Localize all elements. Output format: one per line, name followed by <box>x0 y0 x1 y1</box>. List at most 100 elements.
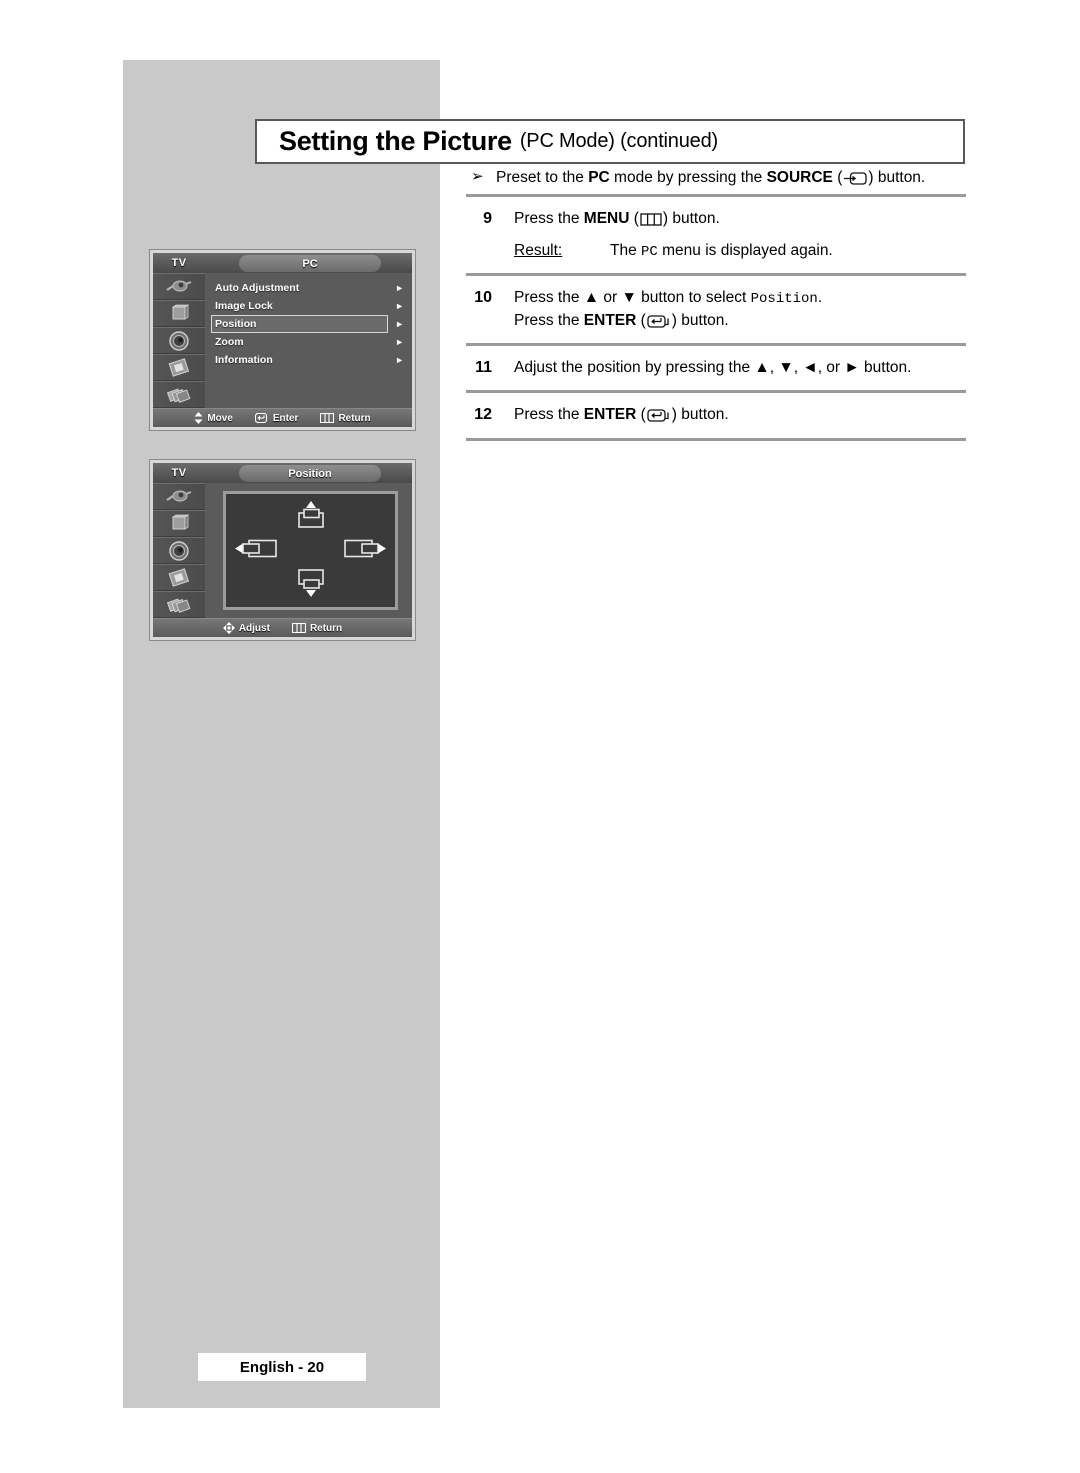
up-arrow-icon: ▲ <box>754 359 770 377</box>
shift-right-icon[interactable] <box>335 533 387 568</box>
page-title-sub: (PC Mode) (continued) <box>519 130 718 152</box>
osd-position-tv-label: TV <box>171 467 187 479</box>
left-arrow-icon: ◄ <box>802 359 818 377</box>
chevron-right-icon: ► <box>395 319 404 329</box>
sound-icon[interactable] <box>153 537 205 564</box>
setup-icon[interactable] <box>153 354 205 381</box>
shift-down-icon[interactable] <box>288 564 334 603</box>
menu-icon <box>640 213 662 226</box>
preset-note: ➢ Preset to the PC mode by pressing the … <box>466 168 966 194</box>
osd-menu-label: Zoom <box>215 336 244 348</box>
picture-icon[interactable] <box>153 510 205 537</box>
preset-bold-pc: PC <box>588 169 610 186</box>
chevron-right-icon: ► <box>395 301 404 311</box>
source-paren-open: ( <box>832 169 843 186</box>
osd-menu-item-auto-adjustment[interactable]: Auto Adjustment ► <box>205 279 412 297</box>
osd-menu-item-position[interactable]: Position ► <box>205 315 412 333</box>
setup-icon[interactable] <box>153 564 205 591</box>
preset-text-1: Preset to the <box>496 169 589 186</box>
step-10-line-2: Press the ENTER () button. <box>514 310 966 332</box>
osd-position-panel[interactable]: TV Position Adjust Return <box>150 460 415 640</box>
step-10: 10 Press the ▲ or ▼ button to select Pos… <box>466 276 966 343</box>
step-10-bold-enter: ENTER <box>583 311 637 329</box>
osd-hint-enter: Enter <box>254 412 299 424</box>
osd-menu-item-zoom[interactable]: Zoom ► <box>205 333 412 351</box>
osd-pc-menu[interactable]: TV PC Auto Adjustment ► Image Lock ► Pos… <box>150 250 415 430</box>
step-10-body: Press the ▲ or ▼ button to select Positi… <box>514 287 966 332</box>
preset-text-2: mode by pressing the <box>609 169 767 186</box>
page-title: Setting the Picture (PC Mode) (continued… <box>255 119 965 164</box>
input-icon[interactable] <box>153 273 205 300</box>
osd-menu-item-image-lock[interactable]: Image Lock ► <box>205 297 412 315</box>
sound-icon[interactable] <box>153 327 205 354</box>
updown-icon <box>194 412 203 424</box>
osd-position-hintbar: Adjust Return <box>153 618 412 637</box>
step-9-number: 9 <box>483 210 492 228</box>
osd-menu-items: Auto Adjustment ► Image Lock ► Position … <box>205 273 412 408</box>
step-12-bold-enter: ENTER <box>583 406 637 424</box>
step-10-paren-open: ( <box>636 311 646 329</box>
osd-position-tab[interactable]: Position <box>239 465 381 482</box>
osd-hint-label: Enter <box>272 412 299 424</box>
step-10-text-5: Press the <box>514 311 584 329</box>
step-10-text-2: or <box>599 289 622 307</box>
down-arrow-icon: ▼ <box>621 289 637 307</box>
step-9-result: Result: The PC menu is displayed again. <box>514 240 966 262</box>
osd-position-content <box>205 483 412 618</box>
result-text-1: The <box>610 241 642 259</box>
enter-icon <box>647 409 671 423</box>
channel-icon[interactable] <box>153 381 205 408</box>
osd-hint-return: Return <box>291 623 342 634</box>
step-11-sep-3: , or <box>817 359 845 377</box>
step-11-body: Adjust the position by pressing the ▲, ▼… <box>514 357 966 379</box>
step-10-text-3: button to select <box>636 289 751 307</box>
position-adjust-pane[interactable] <box>223 491 398 610</box>
step-9-line: Press the MENU () button. <box>514 208 966 230</box>
step-12-number: 12 <box>474 406 492 424</box>
osd-hint-move: Move <box>194 412 233 424</box>
osd-position-topbar: TV Position <box>153 463 412 483</box>
osd-menu-hintbar: Move Enter Return <box>153 408 412 427</box>
step-10-text-1: Press the <box>514 289 584 307</box>
page-title-main: Setting the Picture <box>279 126 512 156</box>
channel-icon[interactable] <box>153 591 205 618</box>
osd-hint-return: Return <box>320 412 371 424</box>
down-arrow-icon: ▼ <box>778 359 794 377</box>
fourway-icon <box>222 622 235 634</box>
chevron-right-icon: ► <box>395 283 404 293</box>
step-12-body: Press the ENTER () button. <box>514 404 966 426</box>
osd-menu-label: Position <box>215 318 257 330</box>
osd-menu-item-information[interactable]: Information ► <box>205 351 412 369</box>
chevron-right-icon: ► <box>395 337 404 347</box>
enter-icon <box>254 413 269 423</box>
preset-note-text: Preset to the PC mode by pressing the SO… <box>496 168 925 188</box>
up-arrow-icon: ▲ <box>583 289 600 307</box>
input-icon[interactable] <box>153 483 205 510</box>
step-9-text-2: button. <box>668 210 720 228</box>
osd-hint-adjust: Adjust <box>222 622 270 634</box>
menu-icon <box>291 623 306 633</box>
menu-icon <box>320 413 335 423</box>
preset-text-3: button. <box>873 169 926 186</box>
footer-page-label: English - 20 <box>198 1353 366 1381</box>
step-11: 11 Adjust the position by pressing the ▲… <box>466 346 966 390</box>
osd-hint-label: Return <box>338 412 371 424</box>
arrow-bullet-icon: ➢ <box>471 168 484 185</box>
osd-hint-label: Adjust <box>238 622 270 634</box>
osd-menu-label: Image Lock <box>215 300 273 312</box>
osd-menu-topbar: TV PC <box>153 253 412 273</box>
shift-up-icon[interactable] <box>288 500 334 539</box>
step-10-text-4: . <box>817 289 823 307</box>
osd-menu-tab-pc[interactable]: PC <box>239 255 381 272</box>
step-10-line-1: Press the ▲ or ▼ button to select Positi… <box>514 287 966 309</box>
result-label: Result: <box>514 241 563 259</box>
osd-menu-sidebar <box>153 273 205 408</box>
step-10-mono-position: Position <box>750 291 818 308</box>
footer-text: English - 20 <box>239 1358 325 1376</box>
shift-left-icon[interactable] <box>234 533 286 568</box>
picture-icon[interactable] <box>153 300 205 327</box>
step-9-body: Press the MENU () button. Result: The PC… <box>514 208 966 262</box>
osd-menu-label: Auto Adjustment <box>215 282 300 294</box>
instruction-list: ➢ Preset to the PC mode by pressing the … <box>466 168 966 441</box>
preset-bold-source: SOURCE <box>766 169 833 186</box>
